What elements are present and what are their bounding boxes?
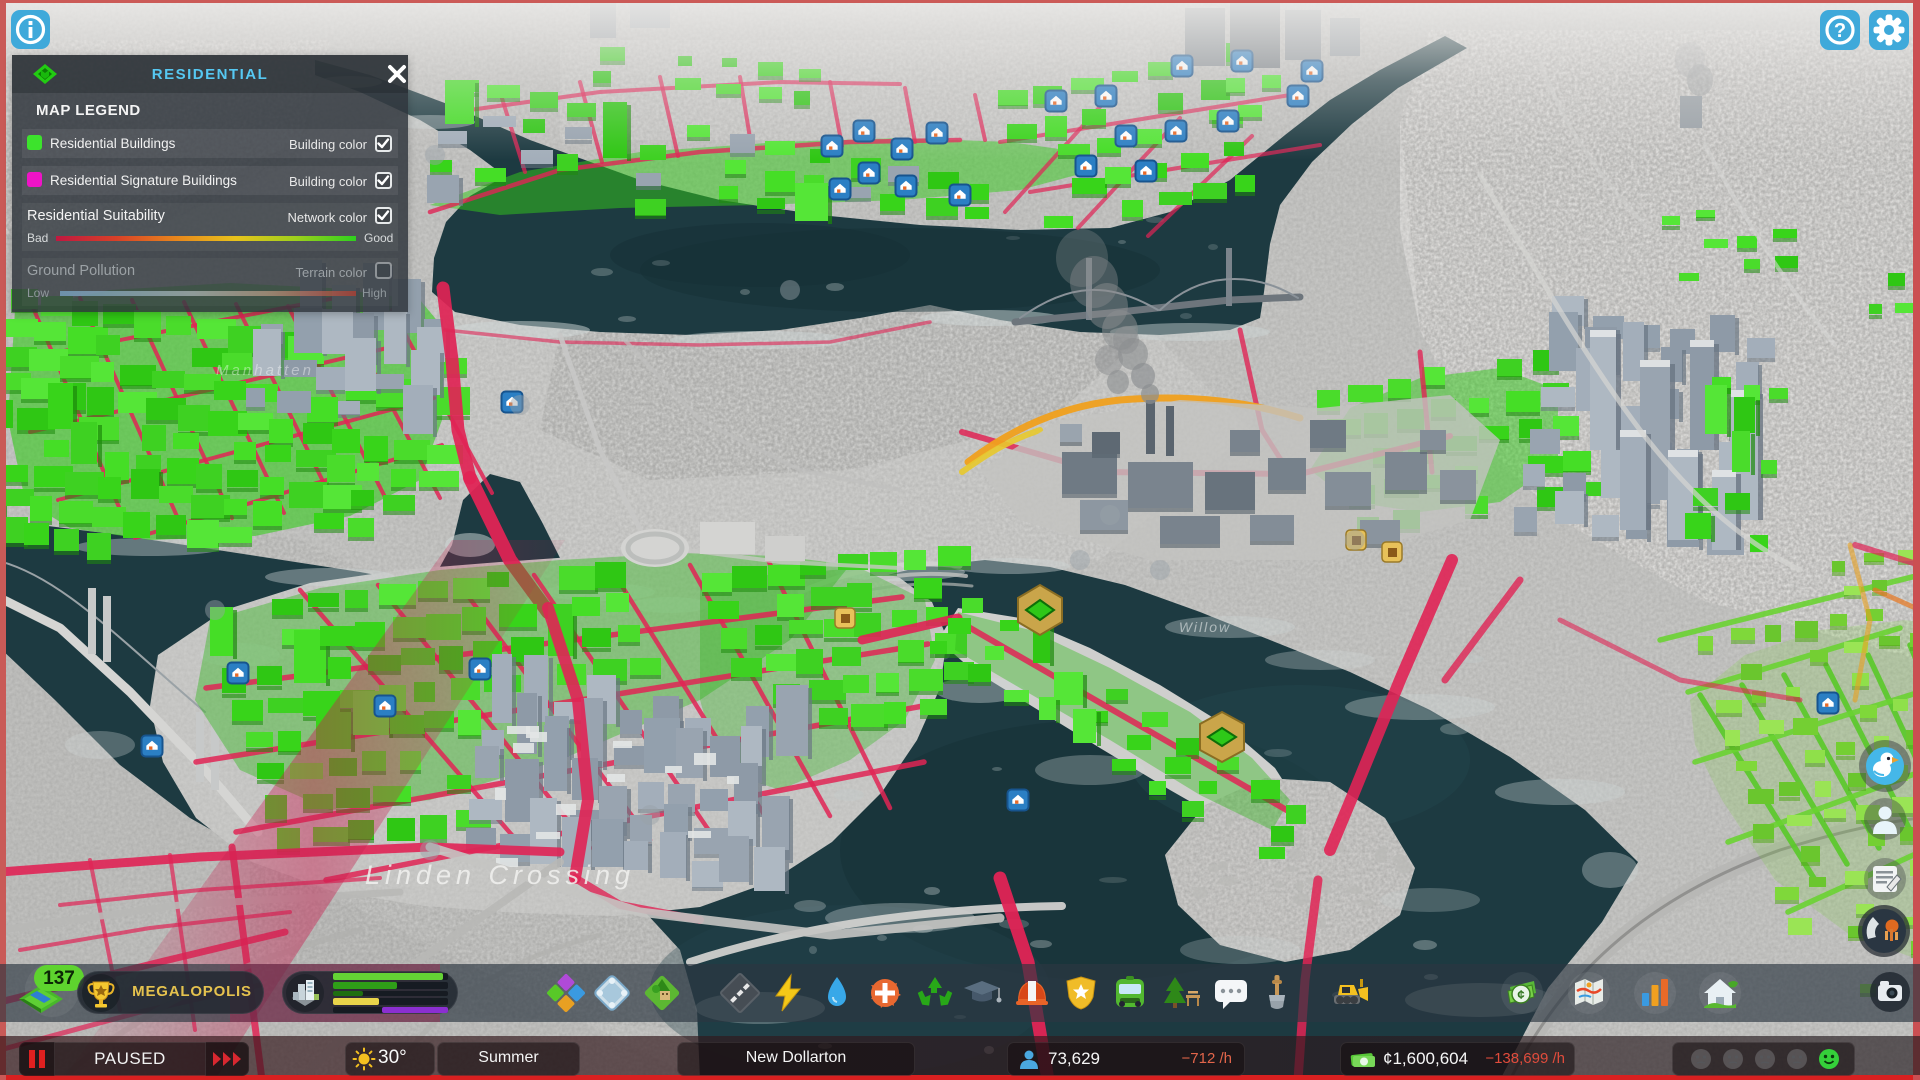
svg-text:Linden Crossing: Linden Crossing — [365, 860, 635, 890]
svg-text:¢: ¢ — [1517, 987, 1524, 1002]
svg-text:?: ? — [1834, 20, 1846, 42]
svg-text:Manhatten: Manhatten — [216, 362, 314, 379]
svg-text:137: 137 — [43, 968, 75, 989]
svg-text:Willow: Willow — [1179, 619, 1231, 635]
